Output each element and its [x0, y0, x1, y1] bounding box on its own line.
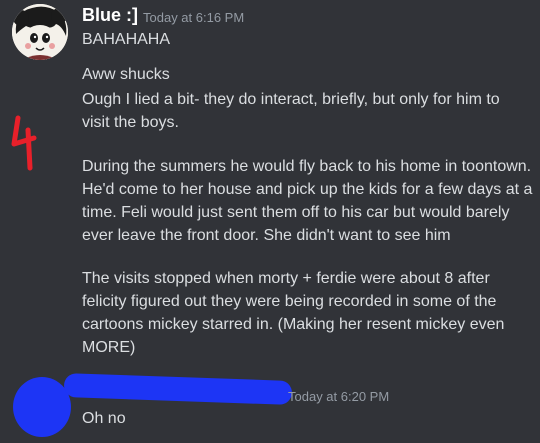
- paragraph-line: time. Feli would just sent them off to h…: [82, 204, 510, 221]
- paragraph-line: felicity figured out they were being rec…: [82, 293, 497, 310]
- paragraph-line: The visits stopped when morty + ferdie w…: [82, 270, 490, 287]
- paragraph-line: During the summers he would fly back to …: [82, 158, 532, 175]
- chat-view: Blue :] Today at 6:16 PM BAHAHAHA Aww sh…: [0, 0, 540, 443]
- paragraph-line: MORE): [82, 339, 136, 356]
- paragraph-line: cartoons mickey starred in. (Making her …: [82, 316, 505, 333]
- message-paragraph: The visits stopped when morty + ferdie w…: [82, 267, 534, 359]
- paragraph-line: Ough I lied a bit- they do interact, bri…: [82, 91, 500, 108]
- redacted-avatar[interactable]: [13, 377, 71, 437]
- message-author[interactable]: Blue :]: [82, 5, 138, 26]
- message-line: Oh no: [82, 410, 126, 427]
- message-line: Aww shucks: [82, 66, 170, 83]
- paragraph-line: ever leave the front door. She didn't wa…: [82, 227, 451, 244]
- message-line: BAHAHAHA: [82, 31, 171, 48]
- avatar-drawing-icon: [12, 4, 68, 60]
- paragraph-line: He'd come to her house and pick up the k…: [82, 181, 533, 198]
- redacted-username: [63, 373, 293, 405]
- user-avatar[interactable]: [12, 4, 68, 60]
- red-scribble-icon: [11, 115, 37, 171]
- message-timestamp[interactable]: Today at 6:20 PM: [288, 389, 389, 404]
- message-paragraph: Ough I lied a bit- they do interact, bri…: [82, 88, 534, 134]
- paragraph-line: visit the boys.: [82, 114, 179, 131]
- message-paragraph: During the summers he would fly back to …: [82, 155, 534, 247]
- message-timestamp[interactable]: Today at 6:16 PM: [143, 10, 244, 25]
